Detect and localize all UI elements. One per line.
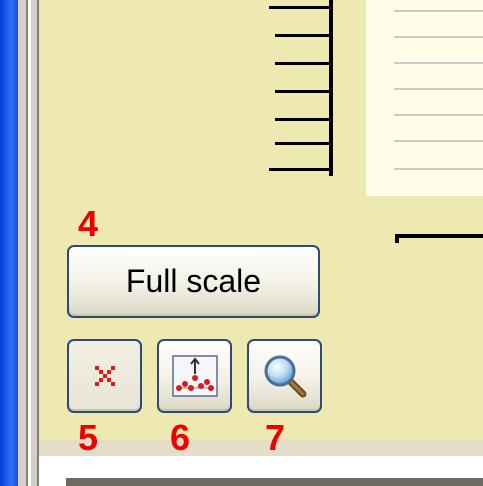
window-frame-left <box>0 0 18 486</box>
magnifier-icon <box>264 355 306 398</box>
step-number-5: 5 <box>78 417 99 458</box>
step-number-7: 7 <box>265 417 286 458</box>
scatter-plot-button[interactable] <box>157 339 232 413</box>
full-scale-label: Full scale <box>125 263 262 299</box>
step-number-6: 6 <box>170 417 191 458</box>
full-scale-button[interactable]: Full scale <box>67 245 320 318</box>
connector-tick <box>395 234 399 243</box>
preview-page <box>366 0 483 196</box>
clear-cross-icon <box>94 366 115 386</box>
step-number-4: 4 <box>78 203 99 244</box>
panel-footer <box>39 440 483 456</box>
zoom-button[interactable] <box>247 339 322 413</box>
window-frame-border <box>18 0 26 486</box>
lower-bar <box>66 478 483 486</box>
scatter-plot-icon <box>171 355 218 397</box>
connector-line <box>395 234 483 238</box>
clear-button[interactable] <box>67 339 142 413</box>
scale-ruler <box>269 0 333 176</box>
